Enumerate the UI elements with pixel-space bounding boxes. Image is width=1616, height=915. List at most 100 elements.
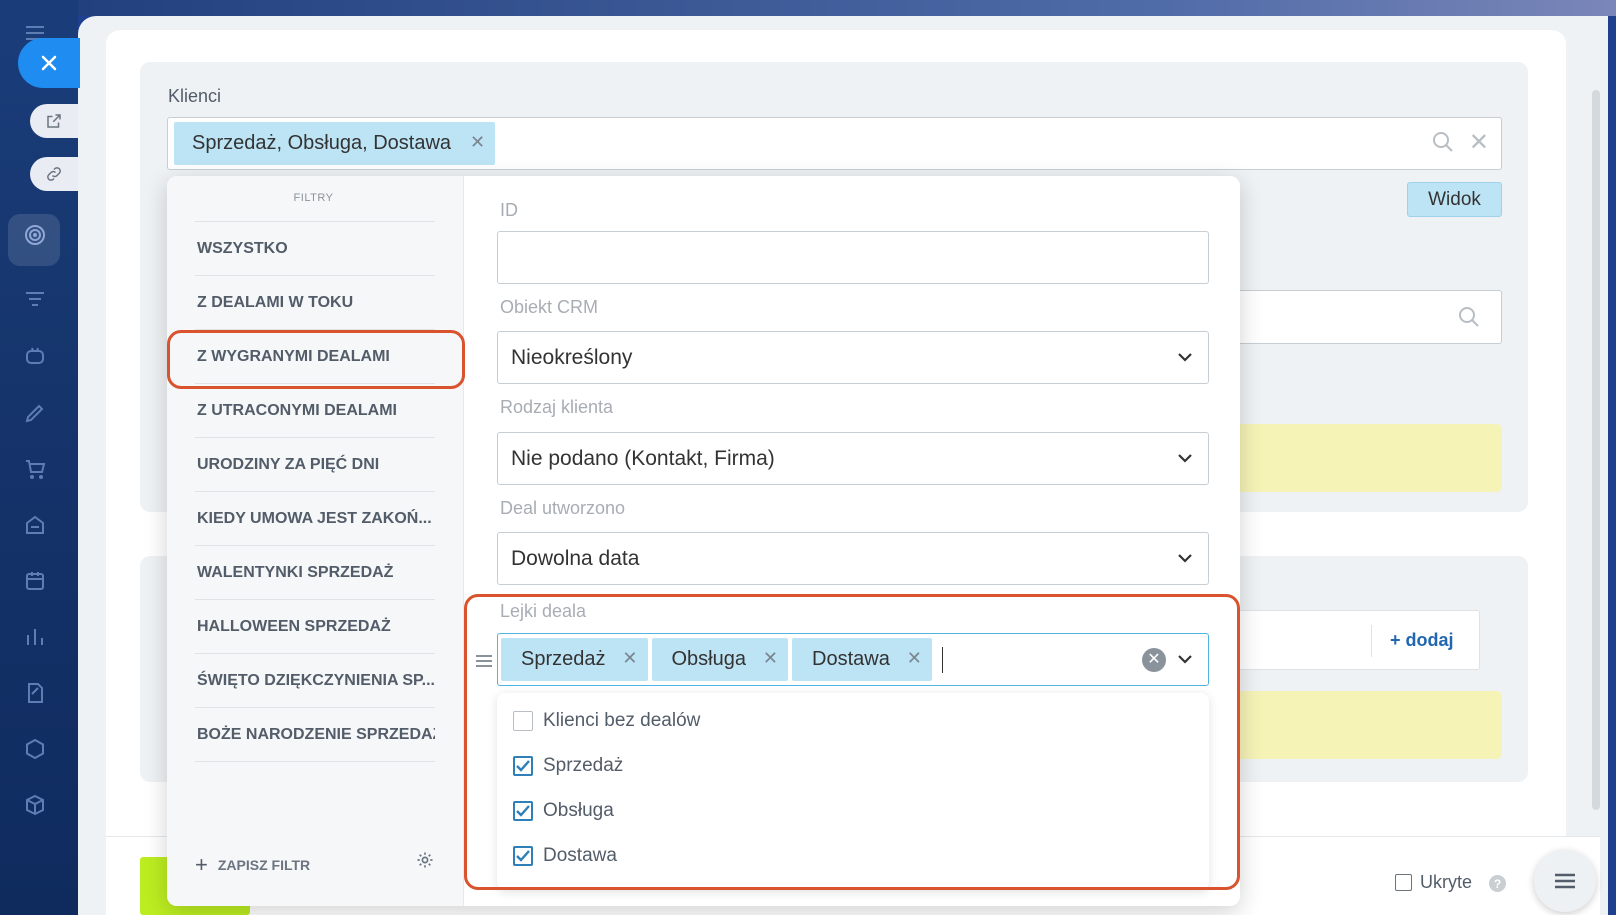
remove-tag-icon[interactable]: ✕ [907, 648, 922, 669]
id-label: ID [500, 200, 518, 220]
close-icon [41, 55, 57, 71]
funnel-tag-label: Sprzedaż [521, 648, 606, 670]
preset-item[interactable]: KIEDY UMOWA JEST ZAKOŃ... [195, 491, 435, 546]
remove-tag-icon[interactable]: ✕ [763, 648, 778, 669]
chevron-down-icon [1176, 449, 1194, 473]
funnels-dropdown: Klienci bez dealów Sprzedaż Obsługa Dost… [497, 693, 1209, 890]
deal-funnels-label: Lejki deala [500, 601, 587, 621]
save-filter-label: ZAPISZ FILTR [217, 857, 311, 873]
option-label: Dostawa [543, 845, 617, 866]
drag-handle-icon[interactable] [475, 653, 493, 674]
client-type-select[interactable]: Nie podano (Kontakt, Firma) [497, 432, 1209, 485]
search-icon[interactable] [1457, 305, 1481, 334]
chevron-down-icon [1176, 549, 1194, 573]
client-type-value: Nie podano (Kontakt, Firma) [511, 446, 775, 470]
option-label: Klienci bez dealów [543, 710, 701, 731]
funnel-icon[interactable] [20, 285, 50, 315]
menu-button[interactable] [1534, 850, 1596, 912]
crm-object-label: Obiekt CRM [500, 297, 599, 317]
preset-item[interactable]: Z WYGRANYMI DEALAMI [195, 329, 435, 384]
view-button[interactable]: Widok [1407, 182, 1502, 217]
preset-item[interactable]: Z DEALAMI W TOKU [195, 275, 435, 330]
deal-created-select[interactable]: Dowolna data [497, 532, 1209, 585]
notice-panel [1230, 691, 1502, 759]
preset-item[interactable]: BOŻE NARODZENIE SPRZEDAŻ [195, 707, 435, 762]
filter-popup: FILTRY WSZYSTKO Z DEALAMI W TOKU Z WYGRA… [167, 176, 1240, 906]
crm-object-select[interactable]: Nieokreślony [497, 331, 1209, 384]
text-cursor [941, 646, 943, 673]
checkmark-icon [516, 805, 530, 817]
plus-icon: + [195, 852, 208, 877]
store-icon[interactable] [20, 510, 50, 540]
remove-tag-icon[interactable]: ✕ [622, 648, 637, 669]
crm-target-icon[interactable] [20, 220, 50, 250]
checkbox-checked[interactable] [513, 846, 533, 866]
funnel-tag[interactable]: Dostawa ✕ [792, 638, 932, 681]
document-edit-icon[interactable] [20, 678, 50, 708]
remove-tag-icon[interactable]: ✕ [470, 132, 485, 153]
preset-item[interactable]: URODZINY ZA PIĘĆ DNI [195, 437, 435, 492]
search-icon[interactable] [1431, 130, 1455, 159]
funnel-tag-label: Obsługa [671, 648, 747, 670]
funnel-tag[interactable]: Obsługa ✕ [651, 638, 788, 681]
checkbox-checked[interactable] [513, 756, 533, 776]
funnel-tag[interactable]: Sprzedaż ✕ [501, 638, 648, 681]
scrollbar[interactable] [1592, 90, 1600, 810]
add-link[interactable]: + dodaj [1390, 630, 1454, 651]
crm-object-value: Nieokreślony [511, 345, 633, 369]
analytics-icon[interactable] [20, 622, 50, 652]
dropdown-option[interactable]: Obsługa [513, 800, 614, 822]
funnel-tag-label: Dostawa [812, 648, 890, 670]
open-in-new-window-button[interactable] [30, 104, 78, 138]
pen-icon[interactable] [20, 398, 50, 428]
desktop-top-strip [78, 0, 1616, 16]
option-label: Obsługa [543, 800, 614, 821]
divider [195, 761, 435, 762]
client-type-label: Rodzaj klienta [500, 397, 614, 417]
checkbox-checked[interactable] [513, 801, 533, 821]
presets-panel: FILTRY WSZYSTKO Z DEALAMI W TOKU Z WYGRA… [167, 176, 464, 906]
external-link-icon [47, 114, 61, 128]
help-icon[interactable]: ? [1489, 875, 1506, 892]
preset-item[interactable]: HALLOWEEN SPRZEDAŻ [195, 599, 435, 654]
dropdown-option[interactable]: Sprzedaż [513, 755, 623, 777]
list-menu-icon [1555, 873, 1575, 889]
robot-icon[interactable] [20, 341, 50, 371]
deal-created-value: Dowolna data [511, 546, 640, 570]
hexagon-icon[interactable] [20, 734, 50, 764]
cart-icon[interactable] [20, 454, 50, 484]
checkbox[interactable] [513, 711, 533, 731]
id-input[interactable] [497, 231, 1209, 284]
close-slider-button[interactable] [18, 38, 80, 88]
hidden-label: Ukryte [1420, 872, 1473, 892]
clear-filter-icon[interactable]: ✕ [1469, 129, 1489, 157]
clients-filter-label: Klienci [168, 86, 222, 106]
copy-link-button[interactable] [30, 157, 78, 191]
active-preset-tag[interactable]: Sprzedaż, Obsługa, Dostawa ✕ [174, 122, 496, 165]
dropdown-option[interactable]: Klienci bez dealów [513, 710, 700, 732]
box-icon[interactable] [20, 790, 50, 820]
preset-item[interactable]: WSZYSTKO [195, 221, 435, 276]
hidden-checkbox-row[interactable]: Ukryte [1395, 872, 1472, 893]
clear-circle-icon[interactable]: ✕ [1142, 648, 1166, 672]
divider [1371, 625, 1372, 657]
gear-icon[interactable] [416, 851, 434, 874]
dropdown-option[interactable]: Dostawa [513, 845, 617, 867]
deal-funnels-multiselect[interactable]: Sprzedaż ✕ Obsługa ✕ Dostawa ✕ ✕ [497, 633, 1209, 686]
hidden-checkbox[interactable] [1395, 874, 1412, 891]
preset-item[interactable]: Z UTRACONYMI DEALAMI [195, 383, 435, 438]
option-label: Sprzedaż [543, 755, 624, 776]
checkmark-icon [516, 760, 530, 772]
background-search-field[interactable] [1230, 290, 1502, 344]
save-filter-button[interactable]: + ZAPISZ FILTR [195, 852, 310, 878]
calendar-icon[interactable] [20, 566, 50, 596]
presets-title: FILTRY [293, 192, 334, 204]
main-filter-search[interactable]: Sprzedaż, Obsługa, Dostawa ✕ ✕ [167, 117, 1502, 170]
preset-item[interactable]: WALENTYNKI SPRZEDAŻ [195, 545, 435, 600]
checkmark-icon [516, 850, 530, 862]
preset-item[interactable]: ŚWIĘTO DZIĘKCZYNIENIA SP... [195, 653, 435, 708]
notice-panel [1230, 424, 1502, 492]
chevron-down-icon[interactable] [1176, 650, 1194, 674]
chevron-down-icon [1176, 348, 1194, 372]
active-preset-tag-label: Sprzedaż, Obsługa, Dostawa [192, 132, 452, 154]
